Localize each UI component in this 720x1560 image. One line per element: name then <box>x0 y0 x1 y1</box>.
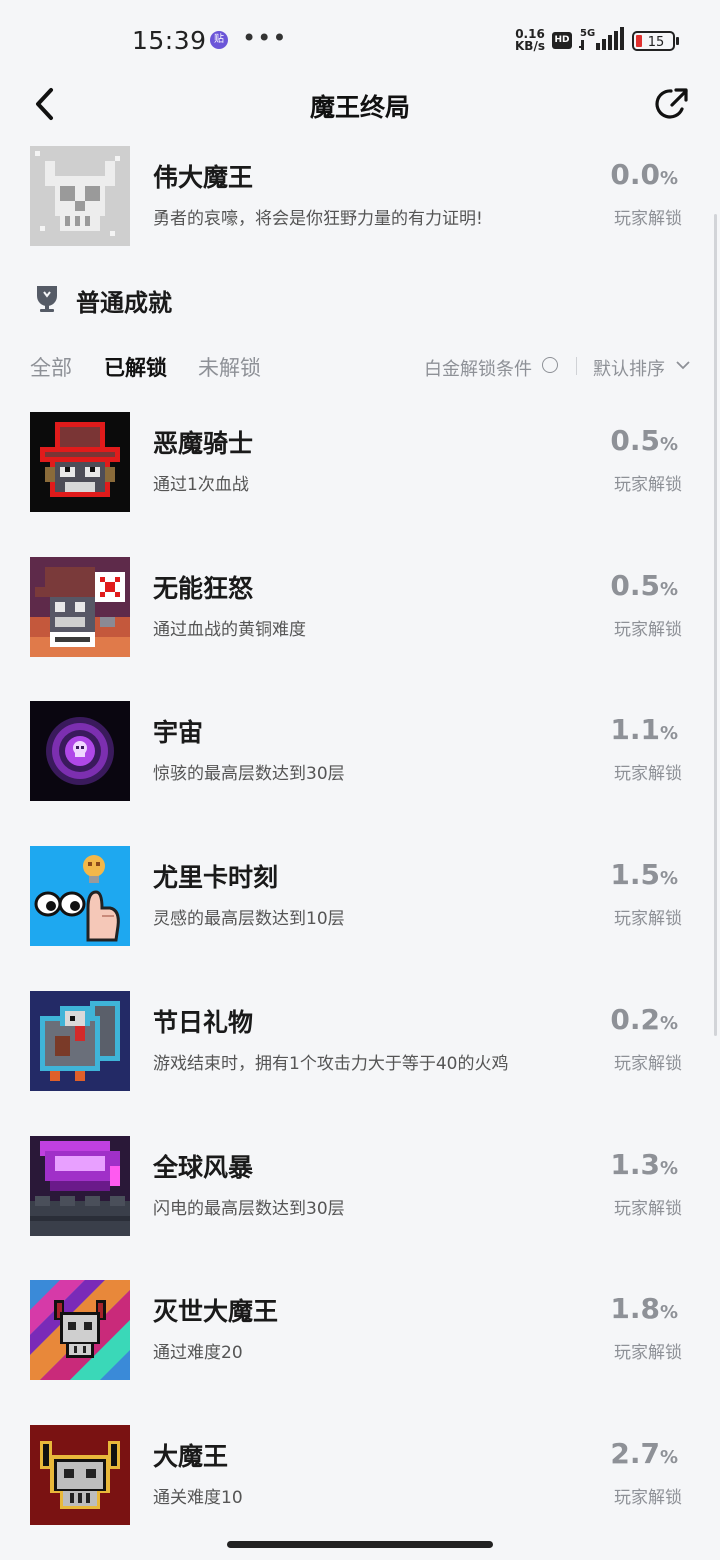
achievement-row[interactable]: 尤里卡时刻 灵感的最高层数达到10层 1.5% 玩家解锁 <box>0 846 720 946</box>
section-title: 普通成就 <box>76 289 172 317</box>
storm-icon <box>30 1136 130 1236</box>
svg-text:5G: 5G <box>580 28 595 39</box>
achievement-description: 灵感的最高层数达到10层 <box>153 909 345 929</box>
grey-skull-icon <box>30 146 130 246</box>
unlock-label: 玩家解锁 <box>614 1488 682 1508</box>
status-bar: 15:39 贴 ••• 0.16 KB/s HD 5G 15 <box>0 0 720 80</box>
achievement-row[interactable]: 大魔王 通关难度10 2.7% 玩家解锁 <box>0 1425 720 1525</box>
platinum-condition-toggle[interactable]: 白金解锁条件 <box>424 355 532 381</box>
cosmos-icon <box>30 701 130 801</box>
achievement-percent: 0.0% <box>610 158 678 191</box>
header: 魔王终局 <box>0 80 720 128</box>
red-skull-icon <box>30 1425 130 1525</box>
trophy-icon <box>37 286 57 312</box>
unlock-label: 玩家解锁 <box>614 909 682 929</box>
demon-knight-icon <box>30 412 130 512</box>
achievement-row[interactable]: 无能狂怒 通过血战的黄铜难度 0.5% 玩家解锁 <box>0 557 720 657</box>
achievement-row[interactable]: 节日礼物 游戏结束时，拥有1个攻击力大于等于40的火鸡 0.2% 玩家解锁 <box>0 991 720 1091</box>
unlock-label: 玩家解锁 <box>614 1343 682 1363</box>
achievement-percent: 1.5% <box>610 858 678 891</box>
more-notifications-icon: ••• <box>242 24 288 52</box>
unlock-label: 玩家解锁 <box>614 1199 682 1219</box>
achievement-percent: 1.3% <box>610 1148 678 1181</box>
battery-icon: 15 <box>632 31 679 51</box>
sort-dropdown[interactable]: 默认排序 <box>593 355 665 381</box>
achievement-name: 恶魔骑士 <box>153 429 254 458</box>
signal-icon: 5G <box>579 27 624 50</box>
svg-text:15: 15 <box>648 35 665 50</box>
achievement-name: 全球风暴 <box>153 1153 254 1182</box>
chevron-down-icon[interactable] <box>676 358 690 372</box>
app-notification-icon: 贴 <box>210 31 228 49</box>
home-indicator[interactable] <box>227 1541 493 1548</box>
achievement-description: 闪电的最高层数达到30层 <box>153 1199 345 1219</box>
achievement-name: 尤里卡时刻 <box>153 863 279 892</box>
unlock-label: 玩家解锁 <box>614 209 682 229</box>
achievement-description: 通过难度20 <box>153 1343 243 1363</box>
filter-bar: 全部 已解锁 未解锁 白金解锁条件 默认排序 <box>0 346 720 386</box>
achievement-description: 惊骇的最高层数达到30层 <box>153 764 345 784</box>
achievement-row[interactable]: 全球风暴 闪电的最高层数达到30层 1.3% 玩家解锁 <box>0 1136 720 1236</box>
achievement-name: 宇宙 <box>153 718 204 747</box>
achievement-name: 节日礼物 <box>153 1008 254 1037</box>
turkey-icon <box>30 991 130 1091</box>
unlock-label: 玩家解锁 <box>614 620 682 640</box>
radio-circle-icon[interactable] <box>542 357 558 373</box>
achievement-percent: 0.5% <box>610 569 678 602</box>
achievement-row[interactable]: 灭世大魔王 通过难度20 1.8% 玩家解锁 <box>0 1280 720 1380</box>
eureka-icon <box>30 846 130 946</box>
achievement-row[interactable]: 恶魔骑士 通过1次血战 0.5% 玩家解锁 <box>0 412 720 512</box>
rage-icon <box>30 557 130 657</box>
hd-icon: HD <box>552 32 572 49</box>
status-time: 15:39 <box>132 26 207 55</box>
achievement-description: 勇者的哀嚎，将会是你狂野力量的有力证明! <box>153 209 483 229</box>
achievement-percent: 1.8% <box>610 1292 678 1325</box>
page-title: 魔王终局 <box>309 93 410 122</box>
achievement-description: 游戏结束时，拥有1个攻击力大于等于40的火鸡 <box>153 1054 509 1074</box>
tab-unlocked[interactable]: 已解锁 <box>104 352 167 382</box>
achievement-percent: 2.7% <box>610 1437 678 1470</box>
unlock-label: 玩家解锁 <box>614 475 682 495</box>
achievement-name: 大魔王 <box>153 1442 229 1471</box>
platinum-achievement-row[interactable]: 伟大魔王 勇者的哀嚎，将会是你狂野力量的有力证明! 0.0% 玩家解锁 <box>0 146 720 246</box>
divider <box>576 357 577 375</box>
scrollbar[interactable] <box>714 214 717 1036</box>
achievement-percent: 1.1% <box>610 713 678 746</box>
achievement-description: 通关难度10 <box>153 1488 243 1508</box>
share-button[interactable] <box>652 84 692 124</box>
unlock-label: 玩家解锁 <box>614 764 682 784</box>
unlock-label: 玩家解锁 <box>614 1054 682 1074</box>
rainbow-skull-icon <box>30 1280 130 1380</box>
achievement-name: 伟大魔王 <box>153 163 254 192</box>
achievement-name: 无能狂怒 <box>153 574 254 603</box>
achievement-description: 通过血战的黄铜难度 <box>153 620 306 640</box>
tab-locked[interactable]: 未解锁 <box>198 352 261 382</box>
achievement-name: 灭世大魔王 <box>153 1297 279 1326</box>
achievement-percent: 0.2% <box>610 1003 678 1036</box>
tab-all[interactable]: 全部 <box>30 352 72 382</box>
achievement-percent: 0.5% <box>610 424 678 457</box>
network-speed: 0.16 KB/s <box>515 27 545 53</box>
achievement-row[interactable]: 宇宙 惊骇的最高层数达到30层 1.1% 玩家解锁 <box>0 701 720 801</box>
achievement-description: 通过1次血战 <box>153 475 249 495</box>
